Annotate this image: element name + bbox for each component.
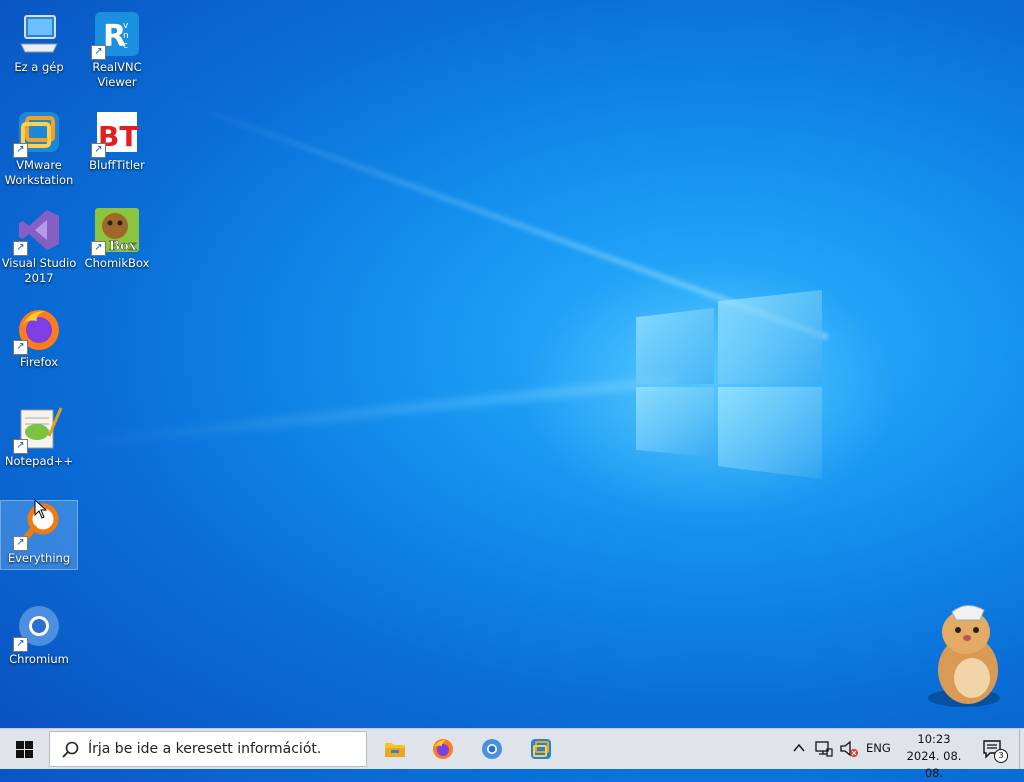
mouse-cursor-icon <box>34 499 48 519</box>
visual-studio-icon: ↗ <box>13 206 63 256</box>
shortcut-arrow-icon: ↗ <box>13 143 28 158</box>
shortcut-arrow-icon: ↗ <box>91 45 106 60</box>
shortcut-arrow-icon: ↗ <box>13 536 28 551</box>
blufftitler-icon: BT ↗ <box>91 108 141 158</box>
svg-text:n: n <box>123 31 129 41</box>
language-indicator: ENG <box>866 741 891 755</box>
chromium-icon <box>482 739 502 759</box>
realvnc-icon: Rvnc ↗ <box>91 10 141 60</box>
windows-start-icon <box>16 741 33 758</box>
icon-label: Everything <box>7 551 71 565</box>
desktop-icon-visual-studio[interactable]: ↗ Visual Studio 2017 <box>1 198 77 286</box>
desktop-icon-chromium[interactable]: ↗ Chromium <box>1 594 77 667</box>
icon-label: RealVNC Viewer <box>92 60 142 89</box>
taskbar-chromium[interactable] <box>468 729 516 769</box>
hamster-desktop-pet[interactable] <box>918 600 1008 710</box>
chomikbox-icon: Box ↗ <box>91 206 141 256</box>
icon-label: Chromium <box>9 652 69 666</box>
shortcut-arrow-icon: ↗ <box>13 340 28 355</box>
desktop-icon-firefox[interactable]: ↗ Firefox <box>1 297 77 370</box>
vmware-icon <box>531 739 551 759</box>
taskbar-vmware[interactable] <box>517 729 565 769</box>
volume-tray-button[interactable] <box>837 729 861 769</box>
shortcut-arrow-icon: ↗ <box>91 143 106 158</box>
search-placeholder: Írja be ide a keresett információt. <box>88 741 322 757</box>
shortcut-arrow-icon: ↗ <box>13 439 28 454</box>
desktop-icon-this-pc[interactable]: Ez a gép <box>1 2 77 75</box>
svg-text:v: v <box>123 21 129 31</box>
show-desktop-button[interactable] <box>1019 729 1024 769</box>
action-center-button[interactable]: 3 <box>978 729 1008 769</box>
start-button[interactable] <box>0 729 48 769</box>
speaker-muted-icon <box>840 740 858 757</box>
windows-wallpaper-logo <box>636 290 822 480</box>
chromium-icon: ↗ <box>13 602 63 652</box>
desktop-icon-chomikbox[interactable]: Box ↗ ChomikBox <box>79 198 155 271</box>
icon-label: BluffTitler <box>89 158 145 172</box>
firefox-icon <box>433 739 453 759</box>
taskbar-file-explorer[interactable] <box>371 729 419 769</box>
notepad-plus-plus-icon: ↗ <box>13 404 63 454</box>
search-icon <box>62 741 79 758</box>
vmware-icon: ↗ <box>13 108 63 158</box>
desktop-icon-realvnc[interactable]: Rvnc ↗ RealVNC Viewer <box>79 2 155 90</box>
clock-date: 2024. 08. 08. <box>906 749 962 780</box>
shortcut-arrow-icon: ↗ <box>13 637 28 652</box>
svg-text:c: c <box>123 41 128 51</box>
icon-label: Visual Studio 2017 <box>1 256 77 285</box>
icon-label: Firefox <box>19 355 59 369</box>
shortcut-arrow-icon: ↗ <box>13 241 28 256</box>
icon-label: ChomikBox <box>84 256 150 270</box>
computer-icon <box>15 10 63 58</box>
icon-label: Ez a gép <box>14 60 64 74</box>
network-icon <box>815 741 833 757</box>
show-hidden-icons-button[interactable] <box>788 729 810 769</box>
input-language-button[interactable]: ENG <box>862 729 894 769</box>
firefox-icon: ↗ <box>13 305 63 355</box>
shortcut-arrow-icon: ↗ <box>91 241 106 256</box>
desktop-icon-blufftitler[interactable]: BT ↗ BluffTitler <box>79 100 155 173</box>
icon-label: Notepad++ <box>4 454 74 468</box>
desktop-icon-notepad-plus-plus[interactable]: ↗ Notepad++ <box>1 396 77 469</box>
folder-icon <box>385 743 405 757</box>
icon-label: VMware Workstation <box>4 158 74 187</box>
wallpaper-light-beam <box>59 375 678 450</box>
taskbar-firefox[interactable] <box>419 729 467 769</box>
chevron-up-icon <box>793 743 805 752</box>
network-tray-button[interactable] <box>812 729 836 769</box>
desktop-icon-vmware[interactable]: ↗ VMware Workstation <box>1 100 77 188</box>
taskbar-clock[interactable]: 10:23 2024. 08. 08. <box>896 731 972 782</box>
clock-time: 10:23 <box>917 732 951 746</box>
notification-count-badge: 3 <box>994 749 1008 763</box>
taskbar: Írja be ide a keresett információt. ENG … <box>0 728 1024 780</box>
svg-text:Box: Box <box>109 239 137 254</box>
taskbar-search-box[interactable]: Írja be ide a keresett információt. <box>49 731 367 767</box>
